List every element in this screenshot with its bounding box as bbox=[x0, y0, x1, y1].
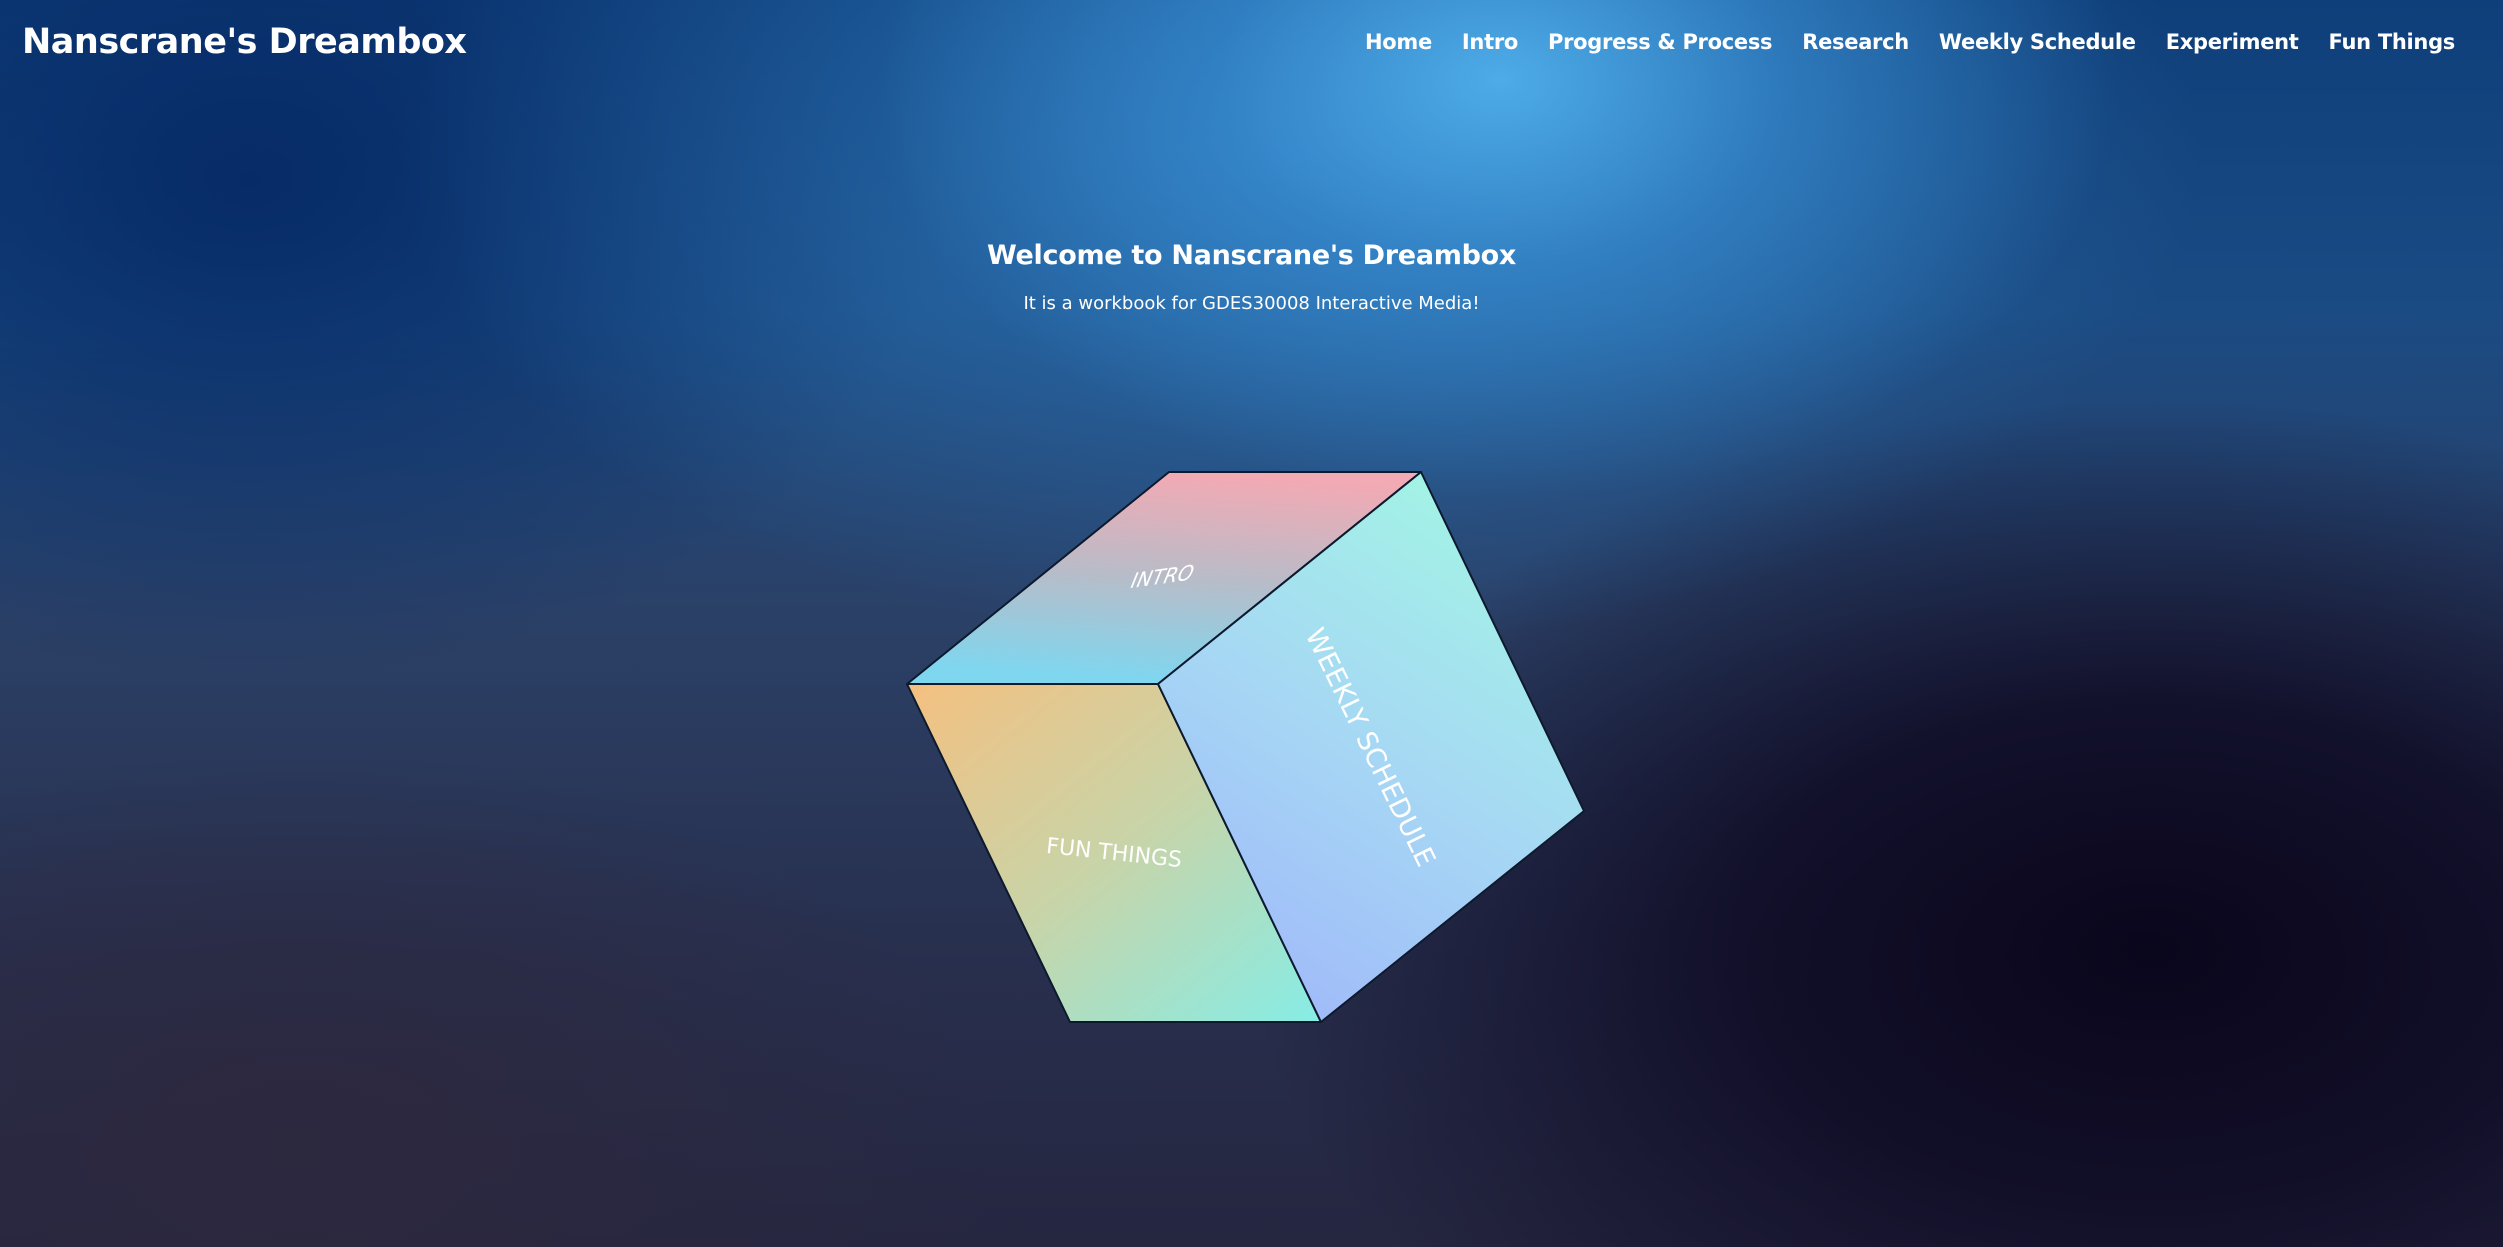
nav-research[interactable]: Research bbox=[1802, 26, 1909, 58]
nav-weekly-schedule[interactable]: Weekly Schedule bbox=[1939, 26, 2136, 58]
nav-fun-things[interactable]: Fun Things bbox=[2329, 26, 2456, 58]
nav-experiment[interactable]: Experiment bbox=[2166, 26, 2299, 58]
site-header: Nanscrane's Dreambox Home Intro Progress… bbox=[0, 0, 2503, 86]
hero-subtitle: It is a workbook for GDES30008 Interacti… bbox=[1023, 293, 1480, 314]
hero-title: Welcome to Nanscrane's Dreambox bbox=[987, 240, 1516, 271]
nav-progress-process[interactable]: Progress & Process bbox=[1548, 26, 1773, 58]
cube-container: INTRO FUN THINGS WEEKLY SCHEDULE bbox=[0, 0, 2503, 1247]
cube: INTRO FUN THINGS WEEKLY SCHEDULE bbox=[906, 471, 1585, 1023]
hero: Welcome to Nanscrane's Dreambox It is a … bbox=[0, 236, 2503, 318]
nav-intro[interactable]: Intro bbox=[1462, 26, 1518, 58]
main-nav: Home Intro Progress & Process Research W… bbox=[1365, 26, 2455, 58]
nav-home[interactable]: Home bbox=[1365, 26, 1432, 58]
site-title[interactable]: Nanscrane's Dreambox bbox=[22, 18, 467, 66]
